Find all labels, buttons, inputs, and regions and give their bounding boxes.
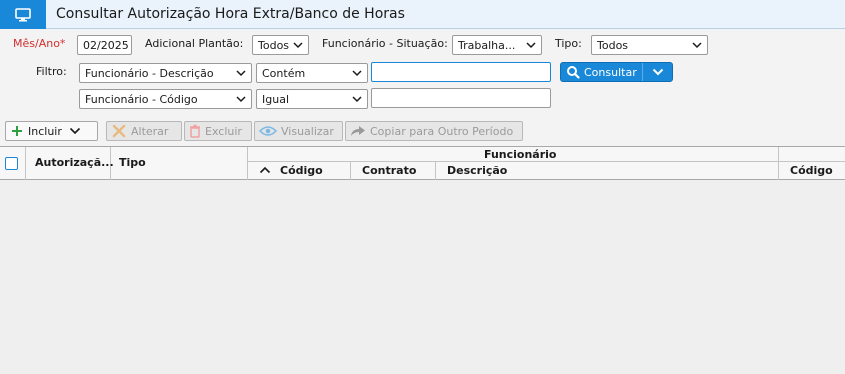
monitor-icon xyxy=(0,0,46,29)
column-descricao[interactable]: Descrição xyxy=(447,164,507,177)
chevron-down-icon xyxy=(236,96,246,103)
chevron-down-icon xyxy=(652,68,663,76)
select-all-checkbox[interactable] xyxy=(5,157,18,170)
consultar-dropdown[interactable] xyxy=(643,67,672,77)
chevron-down-icon xyxy=(526,42,536,49)
incluir-button[interactable]: Incluir xyxy=(5,121,98,141)
funcionario-situacao-label: Funcionário - Situação: xyxy=(322,37,448,50)
chevron-down-icon xyxy=(69,127,80,135)
filter-value-input-1[interactable] xyxy=(371,62,551,82)
trash-icon xyxy=(190,124,200,138)
eye-icon xyxy=(259,126,277,136)
mes-ano-label: Mês/Ano* xyxy=(13,37,66,50)
excluir-button[interactable]: Excluir xyxy=(184,121,252,141)
mes-ano-input[interactable]: 02/2025 xyxy=(77,35,132,55)
consultar-button[interactable]: Consultar xyxy=(560,62,673,82)
results-grid xyxy=(0,146,845,374)
window-title: Consultar Autorização Hora Extra/Banco d… xyxy=(56,6,405,22)
plus-icon xyxy=(12,126,22,136)
tipo-select[interactable]: Todos xyxy=(591,35,708,55)
filter-field-select-1[interactable]: Funcionário - Descrição xyxy=(79,63,252,83)
filter-operator-select-1[interactable]: Contém xyxy=(256,63,368,83)
chevron-down-icon xyxy=(692,42,702,49)
filter-value-input-2[interactable] xyxy=(371,88,551,108)
tipo-label: Tipo: xyxy=(555,37,582,50)
copiar-outro-periodo-button[interactable]: Copiar para Outro Período xyxy=(345,121,523,141)
title-bar: Consultar Autorização Hora Extra/Banco d… xyxy=(0,0,845,29)
column-codigo[interactable]: Código xyxy=(280,164,323,177)
filter-field-select-2[interactable]: Funcionário - Código xyxy=(79,89,252,109)
adicional-plantao-select[interactable]: Todos xyxy=(252,35,309,55)
adicional-plantao-label: Adicional Plantão: xyxy=(145,37,244,50)
filtro-label: Filtro: xyxy=(36,65,67,78)
visualizar-button[interactable]: Visualizar xyxy=(254,121,343,141)
chevron-down-icon xyxy=(236,70,246,77)
column-autorizacao[interactable]: Autorizaçã... xyxy=(35,156,114,169)
search-icon xyxy=(567,66,580,79)
funcionario-situacao-select[interactable]: Trabalha... xyxy=(452,35,542,55)
column-contrato[interactable]: Contrato xyxy=(362,164,416,177)
chevron-down-icon xyxy=(293,42,303,49)
column-codigo-2[interactable]: Código xyxy=(790,164,833,177)
tools-icon xyxy=(112,124,126,138)
share-arrow-icon xyxy=(351,126,365,136)
column-tipo[interactable]: Tipo xyxy=(119,156,146,169)
filter-operator-select-2[interactable]: Igual xyxy=(256,89,368,109)
sort-ascending-icon xyxy=(259,166,271,174)
column-group-funcionario: Funcionário xyxy=(484,148,557,161)
alterar-button[interactable]: Alterar xyxy=(106,121,182,141)
chevron-down-icon xyxy=(352,70,362,77)
chevron-down-icon xyxy=(352,96,362,103)
